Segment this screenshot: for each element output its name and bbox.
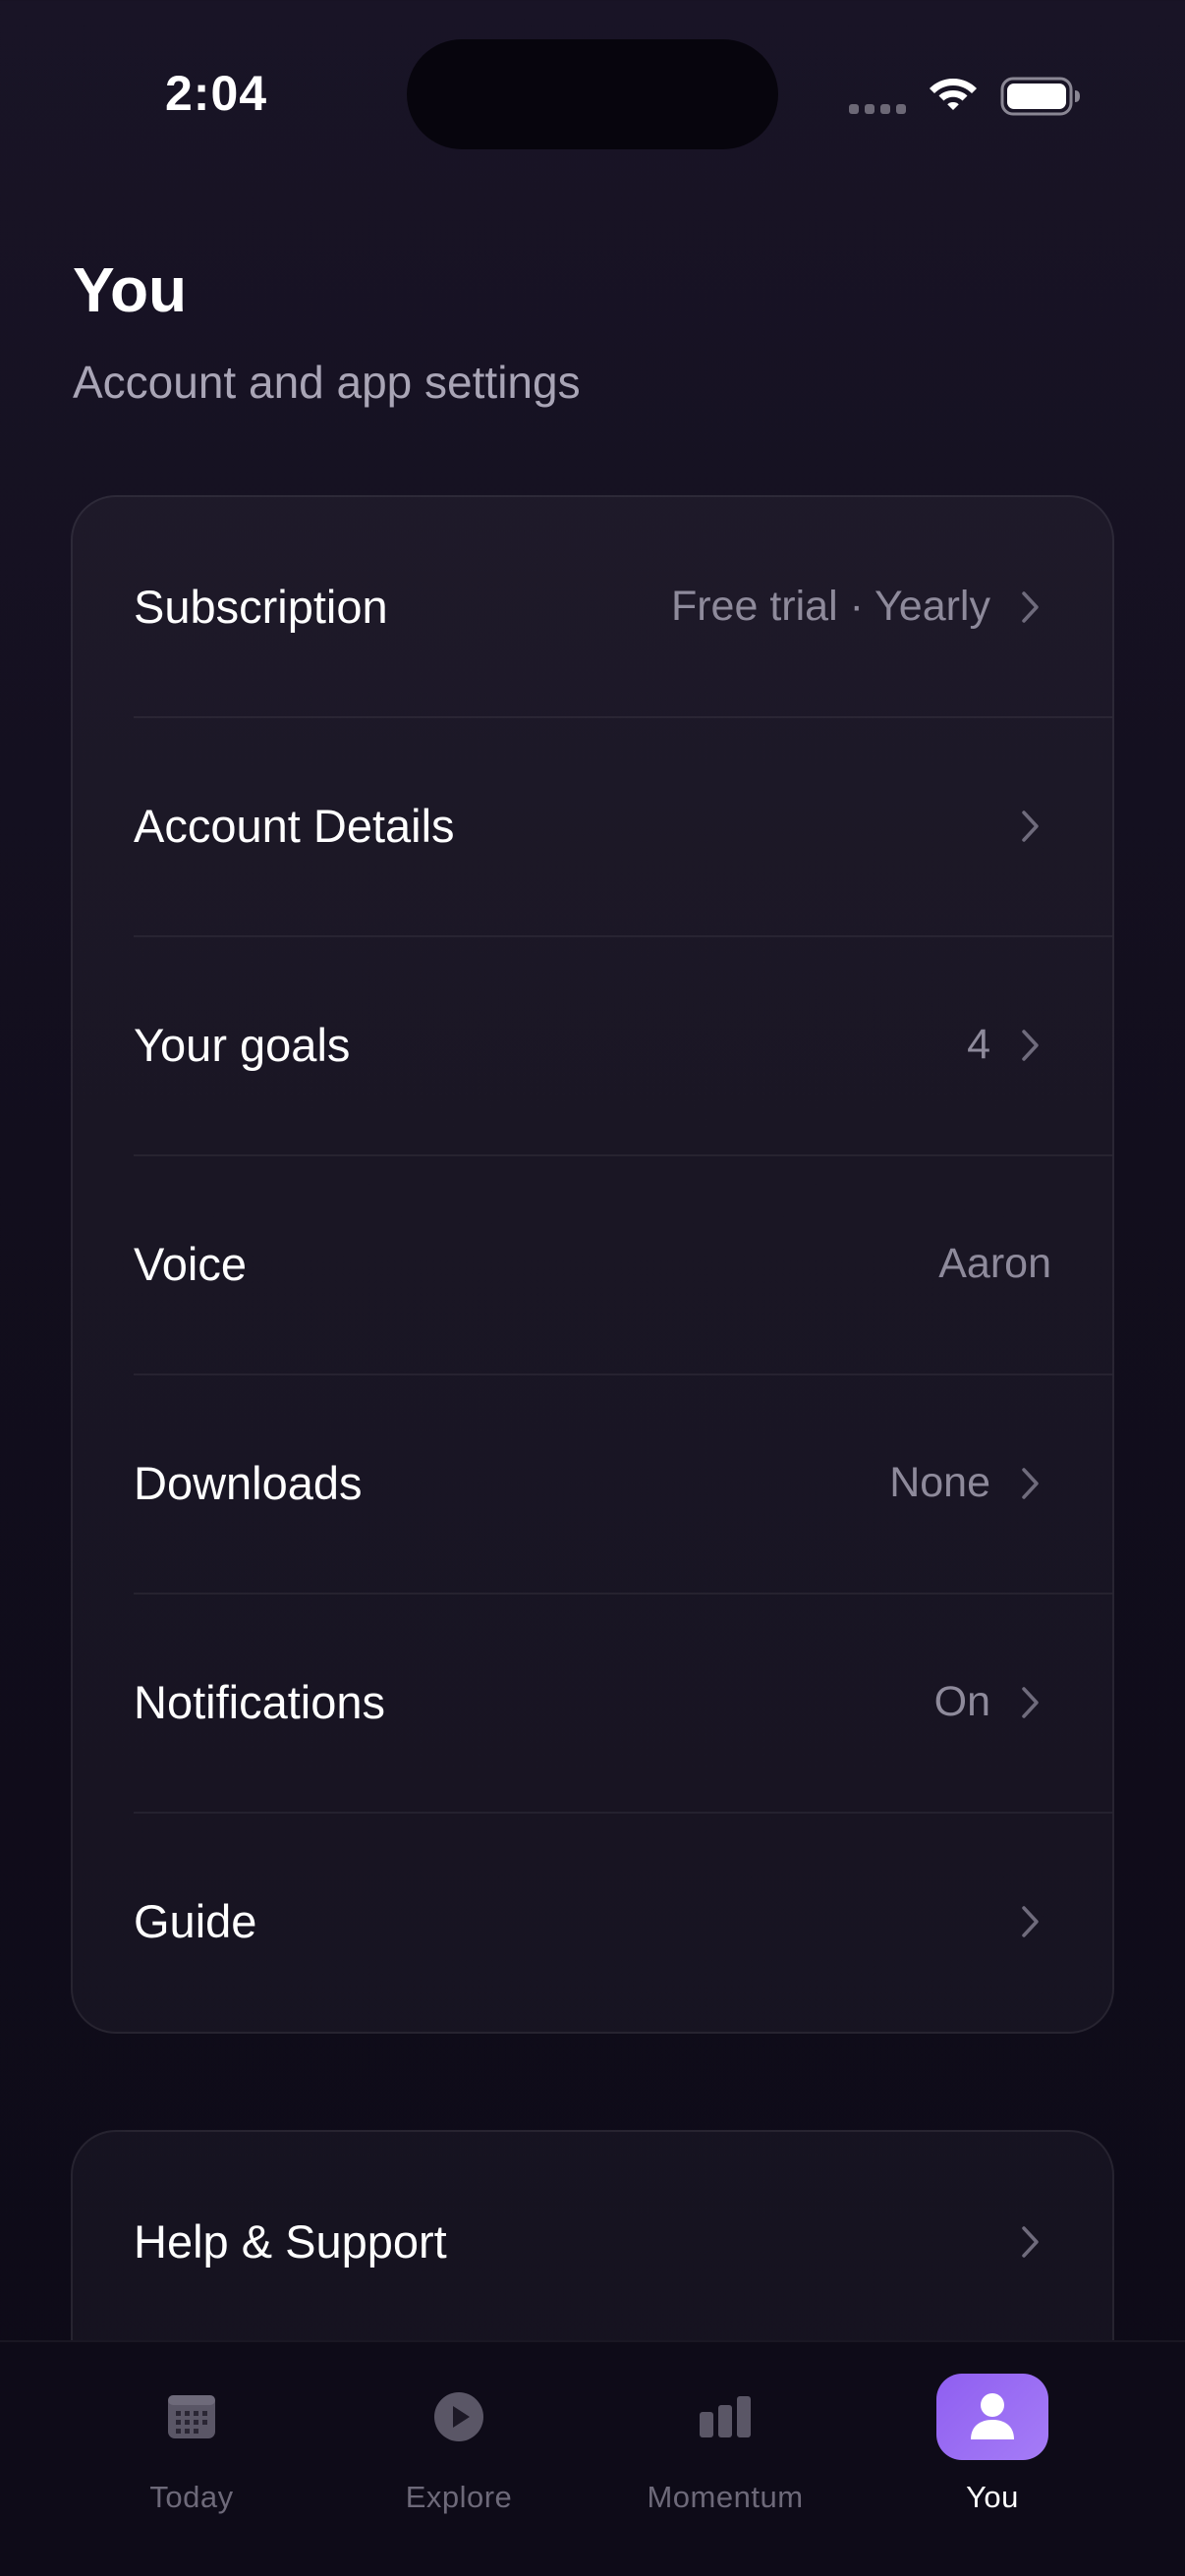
row-label: Notifications	[134, 1676, 385, 1728]
tab-bar: Today Explore Momentum You	[0, 2340, 1185, 2576]
status-time: 2:04	[165, 66, 268, 121]
settings-row-downloads[interactable]: Downloads None	[73, 1373, 1112, 1593]
row-value: Aaron	[938, 1240, 1051, 1287]
tab-label: Today	[149, 2480, 234, 2514]
tab-label: Explore	[405, 2480, 513, 2514]
settings-row-your-goals[interactable]: Your goals 4	[73, 935, 1112, 1154]
tab-you[interactable]: You	[875, 2342, 1110, 2576]
settings-row-voice[interactable]: Voice Aaron	[73, 1154, 1112, 1373]
tab-icon-container	[403, 2374, 515, 2460]
settings-row-subscription[interactable]: Subscription Free trial · Yearly	[73, 497, 1112, 716]
tab-today[interactable]: Today	[74, 2342, 310, 2576]
settings-row-guide[interactable]: Guide	[73, 1812, 1112, 2031]
row-label: Account Details	[134, 800, 455, 852]
chevron-right-icon	[1022, 590, 1039, 623]
row-value: On	[933, 1678, 990, 1725]
bar-chart-icon	[700, 2396, 751, 2437]
tab-label: You	[966, 2480, 1019, 2514]
person-icon	[971, 2393, 1014, 2439]
chevron-right-icon	[1022, 810, 1039, 842]
tab-momentum[interactable]: Momentum	[607, 2342, 843, 2576]
dynamic-island	[407, 39, 778, 149]
chevron-right-icon	[1022, 2225, 1039, 2258]
chevron-right-icon	[1022, 1686, 1039, 1718]
row-label: Your goals	[134, 1019, 351, 1071]
settings-row-help-support[interactable]: Help & Support	[73, 2132, 1112, 2351]
settings-card: Subscription Free trial · Yearly Account…	[71, 495, 1114, 2034]
battery-icon	[1000, 77, 1080, 116]
calendar-icon	[168, 2395, 215, 2438]
tab-explore[interactable]: Explore	[341, 2342, 577, 2576]
settings-row-account-details[interactable]: Account Details	[73, 716, 1112, 935]
tab-icon-container	[136, 2374, 248, 2460]
chevron-right-icon	[1022, 1905, 1039, 1937]
chevron-right-icon	[1022, 1467, 1039, 1499]
row-label: Help & Support	[134, 2215, 447, 2268]
row-label: Voice	[134, 1238, 247, 1290]
tab-label: Momentum	[647, 2480, 804, 2514]
row-value: Free trial · Yearly	[670, 583, 990, 630]
tab-icon-container	[936, 2374, 1048, 2460]
page-subtitle: Account and app settings	[73, 357, 581, 408]
row-label: Guide	[134, 1895, 257, 1947]
chevron-right-icon	[1022, 1029, 1039, 1061]
play-circle-icon	[434, 2392, 483, 2441]
tab-icon-container	[669, 2374, 781, 2460]
row-value: 4	[967, 1021, 990, 1068]
page-title: You	[73, 254, 188, 325]
settings-row-notifications[interactable]: Notifications On	[73, 1593, 1112, 1812]
row-label: Subscription	[134, 581, 388, 633]
row-value: None	[889, 1459, 990, 1506]
row-label: Downloads	[134, 1457, 363, 1509]
wifi-icon	[930, 79, 977, 110]
cellular-signal-icon	[849, 104, 908, 114]
status-bar: 2:04	[0, 0, 1185, 196]
